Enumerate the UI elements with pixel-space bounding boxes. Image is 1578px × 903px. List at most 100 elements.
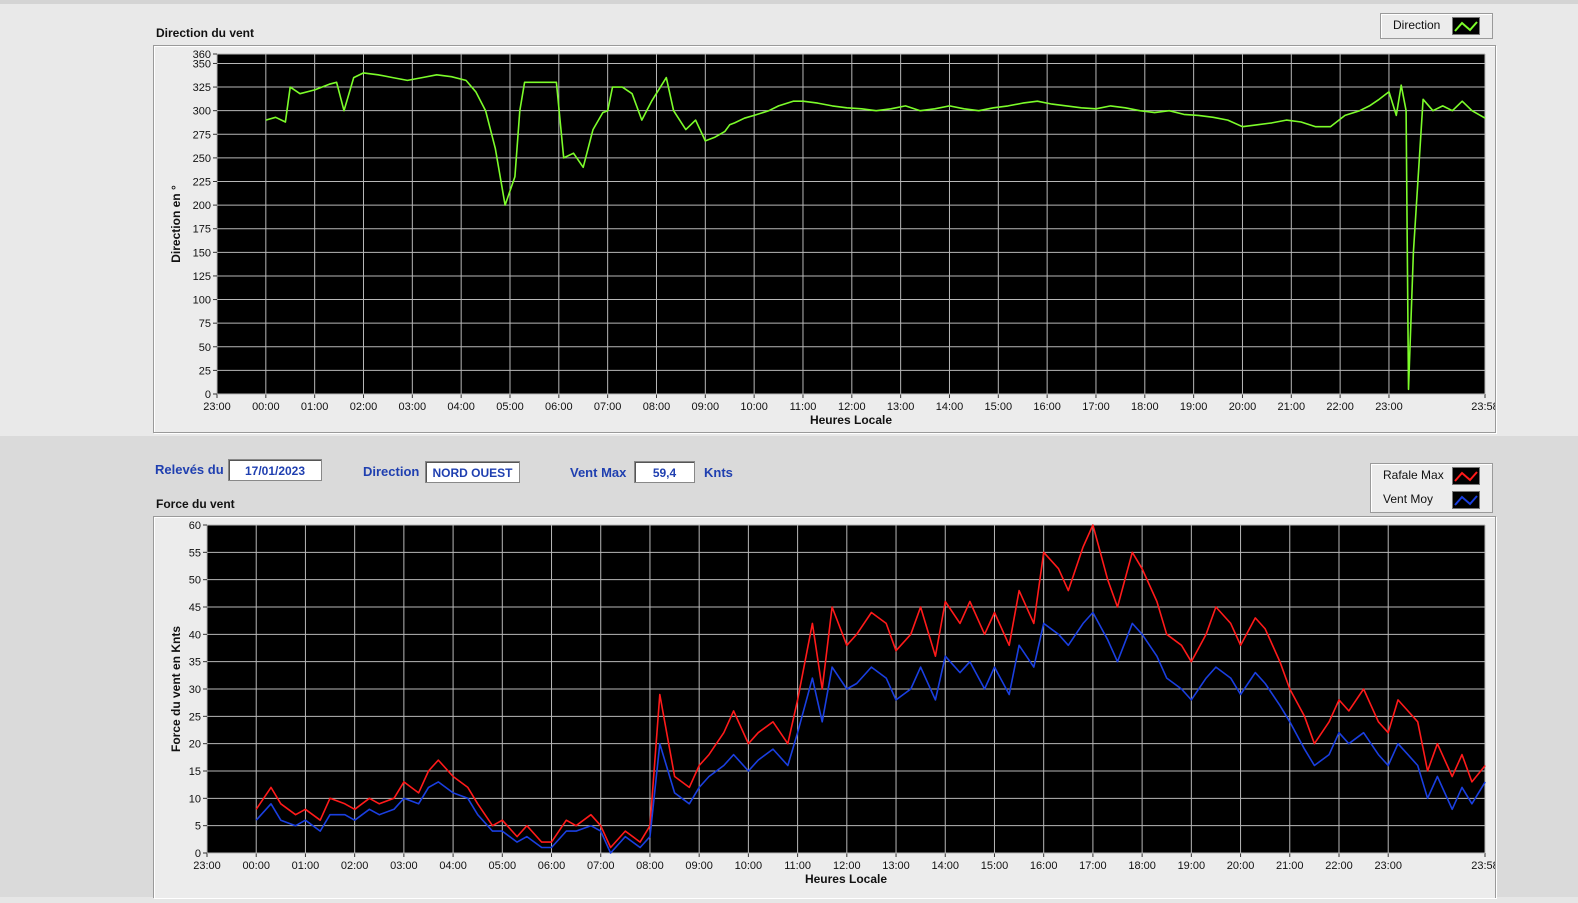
force-x-tick-label: 12:00 — [833, 860, 861, 872]
direction-x-tick-label: 02:00 — [350, 401, 378, 413]
direction-x-tick-label: 20:00 — [1229, 401, 1257, 413]
direction-x-tick-label: 22:00 — [1326, 401, 1354, 413]
legend-label-rafale: Rafale Max — [1383, 468, 1444, 482]
direction-x-tick-label: 19:00 — [1180, 401, 1208, 413]
releves-label: Relevés du — [155, 462, 224, 477]
direction-plot-area — [217, 54, 1485, 394]
direction-legend: Direction — [1380, 13, 1493, 39]
force-x-axis-label: Heures Locale — [805, 872, 887, 886]
direction-x-tick-label: 03:00 — [399, 401, 427, 413]
force-panel-title: Force du vent — [156, 497, 235, 511]
force-x-tick-label: 14:00 — [931, 860, 959, 872]
force-x-tick-label: 03:00 — [390, 860, 418, 872]
direction-x-tick-label: 17:00 — [1082, 401, 1110, 413]
force-x-tick-label: 18:00 — [1128, 860, 1156, 872]
force-y-tick-label: 5 — [195, 821, 201, 833]
force-x-tick-label: 07:00 — [587, 860, 615, 872]
force-x-tick-label: 02:00 — [341, 860, 369, 872]
direction-x-tick-label: 06:00 — [545, 401, 573, 413]
legend-label-direction: Direction — [1393, 18, 1441, 32]
direction-label: Direction — [363, 464, 420, 479]
direction-x-tick-label: 23:00 — [203, 401, 231, 413]
legend-item-direction: Direction — [1381, 14, 1492, 36]
legend-item-rafale: Rafale Max — [1371, 464, 1492, 486]
direction-y-tick-label: 250 — [193, 153, 211, 165]
force-y-tick-label: 25 — [189, 711, 201, 723]
force-y-axis-label: Force du vent en Knts — [169, 626, 183, 752]
direction-x-tick-label: 21:00 — [1278, 401, 1306, 413]
force-x-tick-label: 00:00 — [242, 860, 270, 872]
force-legend: Rafale Max Vent Moy — [1370, 463, 1493, 513]
ventmoy-swatch-icon — [1452, 491, 1480, 509]
force-chart: 23:00 00:00 01:00 02:00 03:00 04:00 05:00 06:00… — [169, 520, 1499, 886]
date-field[interactable]: 17/01/2023 — [228, 459, 322, 481]
direction-x-tick-label: 15:00 — [985, 401, 1013, 413]
force-y-tick-label: 55 — [189, 547, 201, 559]
legend-item-ventmoy: Vent Moy — [1371, 488, 1492, 510]
direction-y-tick-label: 50 — [199, 342, 211, 354]
force-y-tick-label: 35 — [189, 657, 201, 669]
force-y-tick-label: 15 — [189, 766, 201, 778]
direction-x-tick-label: 12:00 — [838, 401, 866, 413]
force-y-tick-label: 30 — [189, 684, 201, 696]
force-x-tick-label: 23:00 — [1374, 860, 1402, 872]
direction-y-axis-label: Direction en ° — [169, 185, 183, 263]
direction-y-tick-label: 275 — [193, 129, 211, 141]
force-x-tick-label: 11:00 — [784, 860, 811, 872]
ventmax-field[interactable]: 59,4 — [634, 461, 695, 483]
direction-x-tick-label: 23:00 — [1375, 401, 1403, 413]
direction-y-tick-label: 175 — [193, 224, 211, 236]
force-y-tick-label: 45 — [189, 602, 201, 614]
direction-x-tick-label: 00:00 — [252, 401, 280, 413]
direction-y-tick-label: 75 — [199, 318, 211, 330]
rafale-swatch-icon — [1452, 467, 1480, 485]
force-x-tick-label: 23:58 — [1471, 860, 1495, 872]
direction-y-tick-label: 325 — [193, 82, 211, 94]
force-chart-frame: 23:00 00:00 01:00 02:00 03:00 04:00 05:00 06:00… — [153, 516, 1499, 898]
direction-y-tick-label: 200 — [193, 200, 211, 212]
direction-y-tick-label: 150 — [193, 247, 211, 259]
direction-x-tick-label: 18:00 — [1131, 401, 1159, 413]
force-x-tick-label: 09:00 — [685, 860, 713, 872]
force-x-tick-label: 23:00 — [193, 860, 221, 872]
direction-y-tick-label: 125 — [193, 271, 211, 283]
force-x-tick-label: 19:00 — [1178, 860, 1206, 872]
direction-y-tick-label: 360 — [193, 49, 211, 61]
direction-x-tick-label: 01:00 — [301, 401, 329, 413]
direction-field[interactable]: NORD OUEST — [425, 461, 520, 483]
force-x-tick-label: 06:00 — [538, 860, 566, 872]
direction-x-tick-label: 23:58 — [1471, 401, 1495, 413]
force-x-tick-label: 22:00 — [1325, 860, 1353, 872]
direction-y-tick-label: 100 — [193, 295, 211, 307]
force-x-tick-label: 20:00 — [1227, 860, 1255, 872]
direction-chart-frame: 23:00 00:00 01:00 02:00 03:00 04:00 05:00 06:00… — [153, 45, 1499, 433]
force-y-tick-label: 10 — [189, 793, 201, 805]
direction-y-tick-label: 0 — [205, 389, 211, 401]
direction-panel-title: Direction du vent — [156, 26, 255, 40]
force-x-tick-label: 21:00 — [1276, 860, 1304, 872]
legend-label-ventmoy: Vent Moy — [1383, 492, 1434, 506]
direction-x-tick-label: 13:00 — [887, 401, 915, 413]
force-y-tick-label: 20 — [189, 739, 201, 751]
force-y-tick-label: 60 — [189, 520, 201, 532]
direction-x-tick-label: 10:00 — [740, 401, 768, 413]
direction-chart: 23:00 00:00 01:00 02:00 03:00 04:00 05:00 06:00… — [169, 49, 1499, 427]
direction-x-tick-label: 04:00 — [447, 401, 475, 413]
ventmax-label: Vent Max — [570, 465, 627, 480]
force-x-tick-label: 05:00 — [489, 860, 517, 872]
direction-x-tick-label: 09:00 — [692, 401, 720, 413]
direction-swatch-icon — [1452, 17, 1480, 35]
force-x-tick-label: 08:00 — [636, 860, 664, 872]
force-x-tick-label: 15:00 — [981, 860, 1009, 872]
force-y-tick-label: 50 — [189, 575, 201, 587]
force-x-tick-label: 10:00 — [735, 860, 763, 872]
force-x-tick-label: 04:00 — [439, 860, 467, 872]
force-y-tick-label: 40 — [189, 629, 201, 641]
direction-x-tick-label: 16:00 — [1033, 401, 1061, 413]
force-x-tick-label: 16:00 — [1030, 860, 1058, 872]
ventmax-unit: Knts — [704, 465, 733, 480]
direction-y-tick-label: 25 — [199, 365, 211, 377]
force-x-tick-label: 17:00 — [1079, 860, 1107, 872]
direction-x-tick-label: 11:00 — [790, 401, 817, 413]
direction-y-tick-label: 225 — [193, 177, 211, 189]
